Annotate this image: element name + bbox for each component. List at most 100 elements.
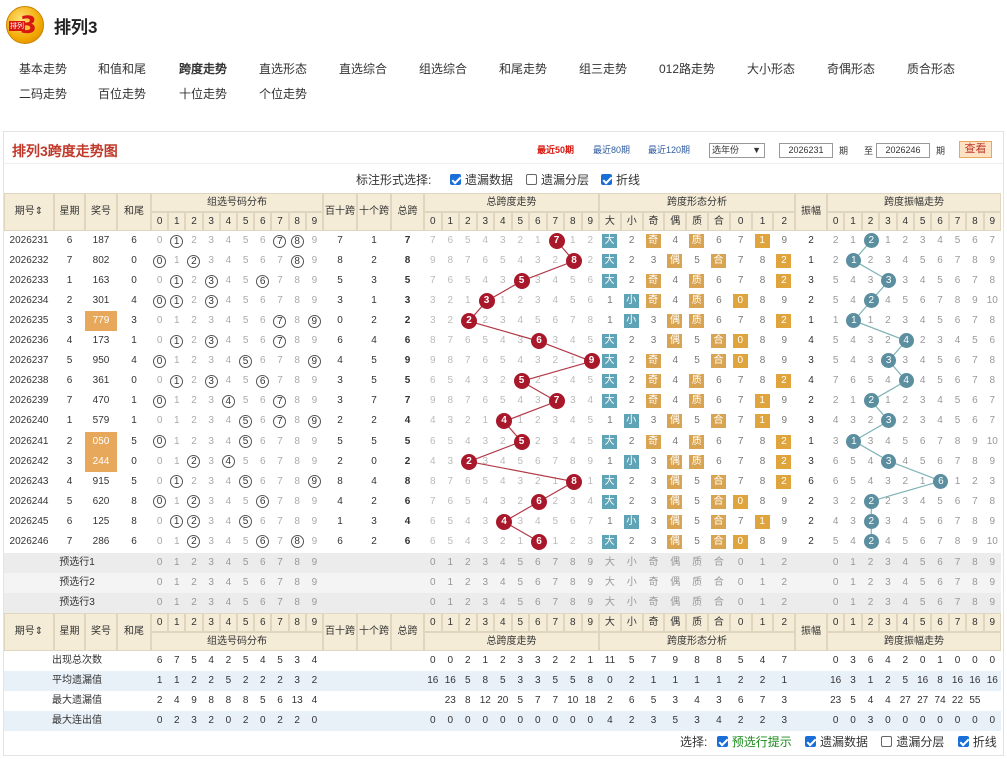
- preselect-digit: 0: [832, 596, 839, 608]
- group-digit: 4: [225, 255, 232, 267]
- week-header: 星期: [54, 612, 85, 651]
- to-period-input[interactable]: 2026246: [876, 143, 930, 158]
- stats-value: 5: [628, 654, 635, 666]
- nav-link[interactable]: 二码走势: [19, 85, 67, 102]
- stats-value: 1: [694, 674, 700, 686]
- nav-link[interactable]: 百位走势: [98, 85, 146, 102]
- nav-link[interactable]: 组选综合: [419, 60, 467, 77]
- digit-header: 2: [861, 212, 880, 231]
- amp-miss: 2: [902, 235, 909, 246]
- mark-option-line[interactable]: 折线: [601, 171, 640, 188]
- checkbox-icon[interactable]: [957, 736, 969, 747]
- amp-miss: 9: [972, 435, 978, 447]
- span-miss: 5: [464, 235, 471, 246]
- digit-header: 0: [424, 212, 442, 231]
- nav-link[interactable]: 012路走势: [659, 60, 715, 77]
- checkbox-icon[interactable]: [526, 174, 537, 185]
- amp-miss: 4: [850, 295, 856, 307]
- shape-col-header: 偶: [664, 212, 687, 231]
- group-digit: 7: [277, 375, 283, 387]
- span-miss: 3: [499, 235, 506, 246]
- nav-link[interactable]: 大小形态: [747, 60, 795, 77]
- nav-link[interactable]: 基本走势: [19, 60, 67, 77]
- stats-value: 0: [972, 654, 978, 666]
- shape-hit: 2: [776, 254, 792, 269]
- shape-miss: 5: [694, 495, 700, 507]
- shape-miss: 9: [781, 415, 788, 427]
- bs-cell: 7: [337, 235, 343, 246]
- preselect-shape: 2: [781, 556, 788, 568]
- shape-miss: 5: [694, 535, 700, 547]
- nav-link[interactable]: 和值和尾: [98, 60, 146, 77]
- shape-hit: 2: [776, 274, 792, 289]
- span-miss: 2: [587, 255, 594, 267]
- query-button[interactable]: 查看: [959, 141, 992, 158]
- shape-hit: 合: [711, 414, 726, 429]
- tail-cell: 8: [131, 495, 137, 507]
- amp-miss: 4: [850, 535, 856, 547]
- nav-link[interactable]: 奇偶形态: [827, 60, 875, 77]
- checkbox-icon[interactable]: [601, 174, 612, 185]
- stats-value: 11: [604, 654, 616, 666]
- preselect-digit: 0: [429, 556, 436, 568]
- footer-option-layer[interactable]: 遗漏分层: [881, 735, 944, 749]
- stats-value: 4: [311, 694, 318, 706]
- amp-miss: 7: [972, 495, 978, 507]
- stats-value: 8: [225, 694, 232, 706]
- footer-option-missing[interactable]: 遗漏数据: [805, 735, 868, 749]
- footer-option-line[interactable]: 折线: [957, 735, 997, 749]
- checkbox-icon[interactable]: [716, 736, 728, 747]
- nav-link[interactable]: 组三走势: [579, 60, 627, 77]
- group-digit: 4: [225, 235, 232, 246]
- mark-option-layer[interactable]: 遗漏分层: [526, 171, 589, 188]
- stats-value: 1: [174, 674, 180, 686]
- preselect-shape: 小: [626, 556, 637, 568]
- nav-link[interactable]: 跨度走势: [179, 60, 227, 77]
- span-miss: 5: [447, 535, 454, 547]
- digit-header: 5: [511, 212, 529, 231]
- period-120-link[interactable]: 最近120期: [648, 143, 690, 156]
- period-50-link[interactable]: 最近50期: [537, 143, 574, 156]
- year-select[interactable]: 选年份 ▼: [709, 143, 765, 158]
- nav-link[interactable]: 十位走势: [179, 85, 227, 102]
- amp-miss: 5: [832, 355, 839, 367]
- nav-link[interactable]: 和尾走势: [499, 60, 547, 77]
- from-period-input[interactable]: 2026231: [779, 143, 833, 158]
- shape-hit: 合: [711, 534, 726, 549]
- week-cell: 7: [66, 255, 73, 267]
- checkbox-icon[interactable]: [450, 174, 461, 185]
- group-digit: 9: [311, 455, 318, 467]
- checkbox-icon[interactable]: [881, 736, 893, 747]
- footer-option-hint[interactable]: 预选行提示: [716, 735, 792, 749]
- prize-cell: 244: [85, 451, 117, 472]
- mark-label: 标注形式选择:: [356, 173, 432, 187]
- amp-miss: 4: [919, 375, 926, 387]
- span-miss: 2: [499, 375, 506, 387]
- nav-link[interactable]: 个位走势: [259, 85, 307, 102]
- preselect-digit: 5: [517, 556, 524, 568]
- nav-link[interactable]: 质合形态: [907, 60, 955, 77]
- amp-miss: 2: [885, 315, 891, 327]
- checkbox-icon[interactable]: [805, 736, 817, 747]
- shape-col-header: 大: [599, 212, 621, 231]
- group-digit: 7: [277, 515, 283, 527]
- stats-value: 4: [174, 694, 180, 706]
- group-digit: 2: [191, 435, 197, 447]
- preselect-digit: 7: [552, 576, 559, 588]
- mark-option-missing[interactable]: 遗漏数据: [450, 171, 513, 188]
- stats-value: 7: [174, 654, 180, 666]
- amp-miss: 3: [885, 255, 891, 267]
- amp-miss: 5: [919, 455, 926, 467]
- shape-hit: 小: [623, 294, 639, 309]
- amp-ball: 4: [898, 333, 914, 349]
- digit-header: 8: [288, 612, 306, 632]
- nav-link[interactable]: 直选综合: [339, 60, 387, 77]
- span-miss: 3: [447, 455, 454, 467]
- period-80-link[interactable]: 最近80期: [593, 143, 630, 156]
- group-digit: 8: [290, 535, 304, 549]
- bs-cell: 0: [337, 315, 343, 327]
- shape-miss: 7: [737, 375, 744, 387]
- amp-miss: 7: [954, 455, 961, 467]
- nav-link[interactable]: 直选形态: [259, 60, 307, 77]
- preselect-digit: 7: [277, 596, 283, 608]
